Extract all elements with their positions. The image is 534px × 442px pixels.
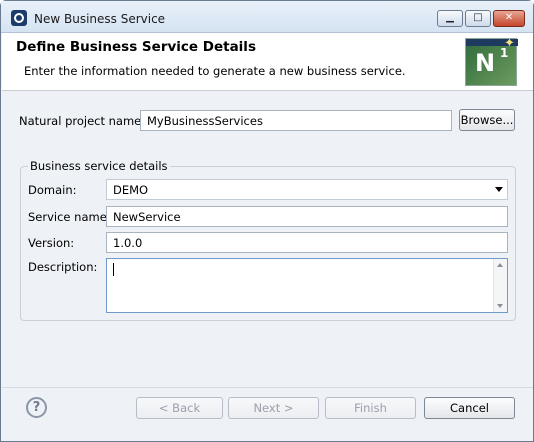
scroll-down-icon[interactable] [497,304,503,308]
close-button[interactable]: ✕ [493,10,525,27]
banner-letter: N [475,49,496,77]
wizard-banner-image: N 1 ✦ [465,36,518,86]
page-title: Define Business Service Details [16,39,256,55]
window-title: New Business Service [34,12,166,26]
close-icon: ✕ [504,12,514,23]
footer-separator [2,387,533,388]
description-scrollbar[interactable] [493,259,507,312]
dialog-window: New Business Service ▁ □ ✕ Define Busine… [0,0,534,442]
next-button[interactable]: Next > [228,397,319,419]
finish-button[interactable]: Finish [325,397,416,419]
cancel-button[interactable]: Cancel [424,397,515,419]
description-label: Description: [28,260,98,274]
maximize-button[interactable]: □ [465,10,491,27]
wizard-header: Define Business Service Details Enter th… [2,33,533,91]
minimize-button[interactable]: ▁ [437,10,463,27]
back-button[interactable]: < Back [136,397,223,419]
project-name-label: Natural project name: [19,114,146,128]
minimize-icon: ▁ [446,12,454,23]
star-icon: ✦ [504,36,515,51]
help-icon[interactable]: ? [26,397,47,418]
domain-label: Domain: [28,183,77,197]
group-label: Business service details [28,159,170,173]
maximize-icon: □ [473,12,483,23]
eclipse-icon [11,10,27,26]
version-label: Version: [28,236,75,250]
domain-value: DEMO [113,183,149,197]
project-name-input[interactable]: MyBusinessServices [140,110,452,131]
text-caret [113,263,114,276]
title-bar[interactable]: New Business Service ▁ □ ✕ [1,1,533,33]
version-input[interactable]: 1.0.0 [106,232,508,253]
domain-select[interactable]: DEMO [106,179,508,200]
description-textarea[interactable] [106,258,508,313]
scroll-up-icon[interactable] [497,263,503,267]
dropdown-arrow-icon[interactable] [495,187,503,192]
service-name-label: Service name: [28,210,111,224]
page-description: Enter the information needed to generate… [24,64,406,78]
service-name-input[interactable]: NewService [106,206,508,227]
browse-button[interactable]: Browse... [459,109,515,131]
